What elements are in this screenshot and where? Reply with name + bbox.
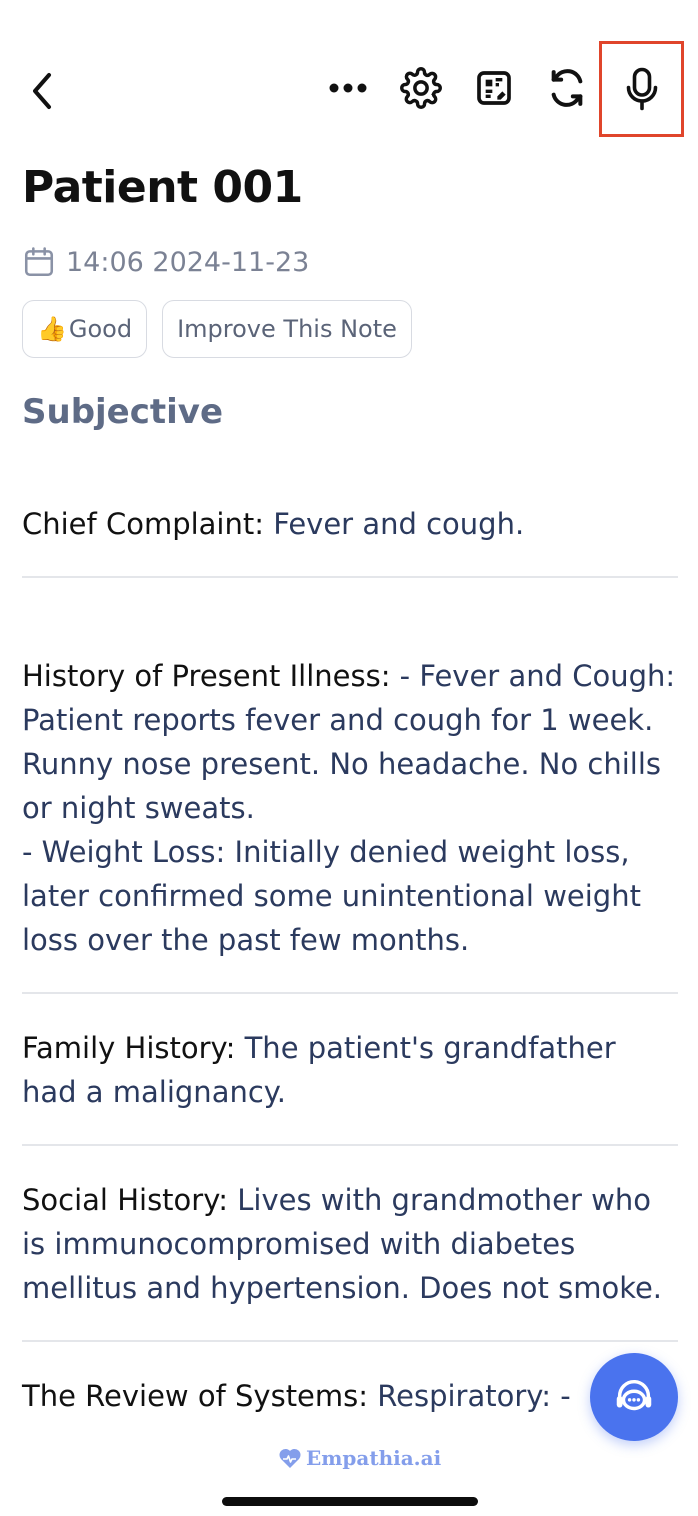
note-datetime: 14:06 2024-11-23 bbox=[22, 245, 309, 279]
note-label: Social History: bbox=[22, 1183, 229, 1217]
brand-name: Empathia.ai bbox=[306, 1446, 442, 1470]
note-sections: Chief Complaint: Fever and cough. Histor… bbox=[22, 498, 678, 1448]
gear-icon bbox=[400, 67, 442, 109]
calendar-icon bbox=[24, 247, 54, 277]
section-title: Subjective bbox=[22, 392, 224, 432]
note-label: History of Present Illness: bbox=[22, 659, 391, 693]
home-indicator[interactable] bbox=[222, 1497, 478, 1506]
good-label: Good bbox=[68, 315, 133, 343]
thumbs-up-icon: 👍 bbox=[37, 315, 67, 343]
record-button[interactable] bbox=[599, 41, 684, 137]
good-feedback-button[interactable]: 👍 Good bbox=[22, 300, 148, 358]
support-chat-button[interactable] bbox=[590, 1353, 678, 1441]
page-title: Patient 001 bbox=[22, 162, 303, 213]
note-label: The Review of Systems: bbox=[22, 1379, 369, 1413]
note-chief-complaint[interactable]: Chief Complaint: Fever and cough. bbox=[22, 498, 678, 576]
sync-icon bbox=[551, 69, 583, 107]
feedback-chips: 👍 Good Improve This Note bbox=[22, 300, 412, 358]
improve-label: Improve This Note bbox=[177, 315, 397, 343]
heart-logo-icon bbox=[279, 1448, 301, 1468]
note-text: Respiratory: - bbox=[368, 1379, 571, 1413]
note-text: - Fever and Cough: Patient reports fever… bbox=[22, 659, 676, 957]
note-social-history[interactable]: Social History: Lives with grandmother w… bbox=[22, 1144, 678, 1340]
more-icon bbox=[329, 83, 367, 93]
settings-button[interactable] bbox=[395, 62, 447, 114]
headset-chat-icon bbox=[616, 1380, 652, 1411]
more-button[interactable] bbox=[322, 62, 374, 114]
note-family-history[interactable]: Family History: The patient's grandfathe… bbox=[22, 992, 678, 1144]
datetime-text: 14:06 2024-11-23 bbox=[66, 246, 310, 278]
microphone-icon bbox=[626, 67, 657, 111]
note-template-button[interactable] bbox=[468, 62, 520, 114]
improve-note-button[interactable]: Improve This Note bbox=[162, 300, 412, 358]
brand-logo: Empathia.ai bbox=[278, 1446, 441, 1470]
back-icon bbox=[33, 73, 51, 109]
back-button[interactable] bbox=[20, 66, 64, 116]
top-toolbar bbox=[0, 0, 698, 150]
note-label: Family History: bbox=[22, 1031, 236, 1065]
note-text: Fever and cough. bbox=[264, 507, 525, 541]
refresh-button[interactable] bbox=[541, 62, 593, 114]
qr-edit-icon bbox=[477, 71, 511, 105]
note-history-present-illness[interactable]: History of Present Illness: - Fever and … bbox=[22, 576, 678, 992]
note-label: Chief Complaint: bbox=[22, 507, 265, 541]
